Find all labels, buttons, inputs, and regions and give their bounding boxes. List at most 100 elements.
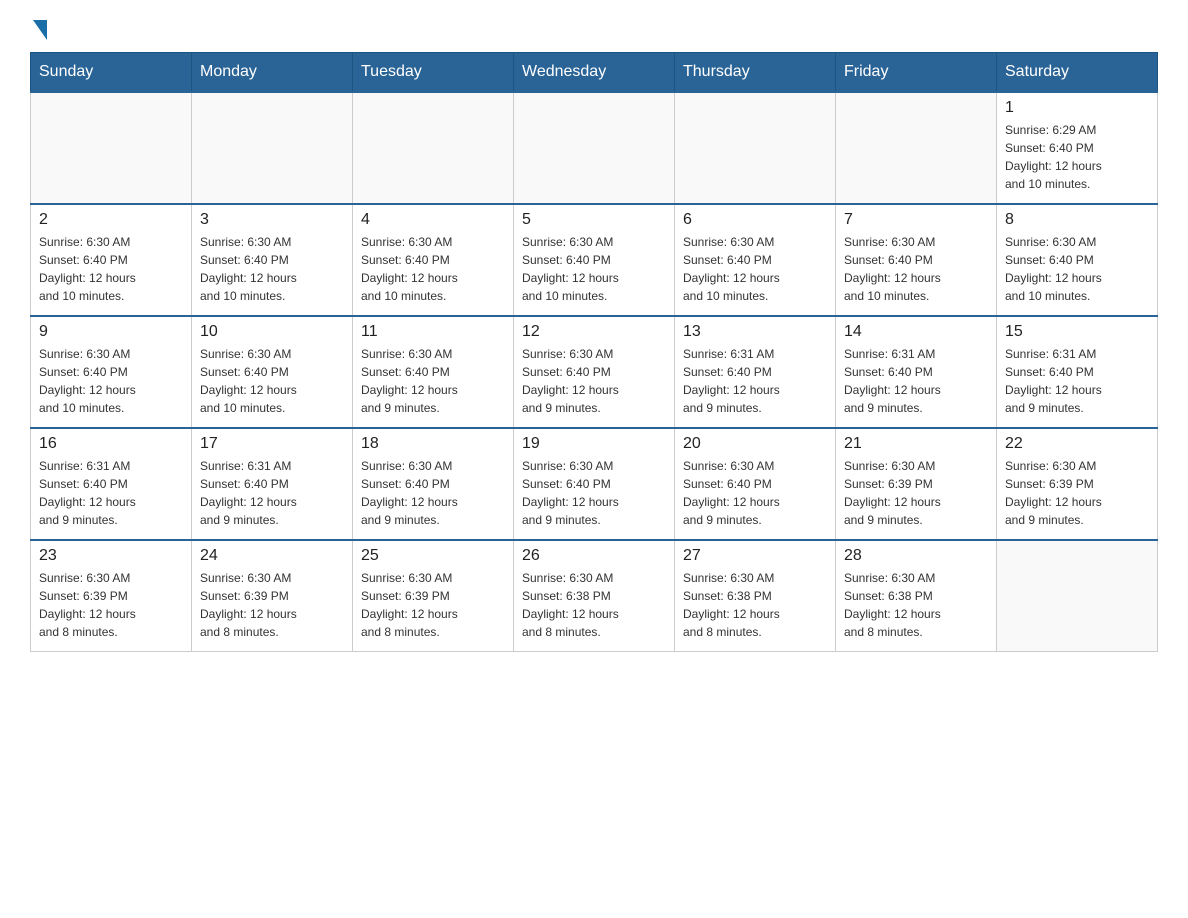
day-number: 26: [522, 547, 666, 565]
calendar-cell: 2 Sunrise: 6:30 AM Sunset: 6:40 PM Daylig…: [31, 204, 192, 316]
day-number: 13: [683, 323, 827, 341]
day-number: 5: [522, 211, 666, 229]
calendar-cell: [192, 92, 353, 204]
calendar-cell: 20 Sunrise: 6:30 AM Sunset: 6:40 PM Dayli…: [675, 428, 836, 540]
day-number: 17: [200, 435, 344, 453]
day-info: Sunrise: 6:30 AM Sunset: 6:40 PM Dayligh…: [522, 233, 666, 305]
day-info: Sunrise: 6:30 AM Sunset: 6:40 PM Dayligh…: [522, 457, 666, 529]
day-number: 22: [1005, 435, 1149, 453]
calendar-cell: [836, 92, 997, 204]
day-number: 24: [200, 547, 344, 565]
calendar-cell: 3 Sunrise: 6:30 AM Sunset: 6:40 PM Daylig…: [192, 204, 353, 316]
logo: [30, 20, 47, 42]
day-info: Sunrise: 6:31 AM Sunset: 6:40 PM Dayligh…: [1005, 345, 1149, 417]
day-number: 7: [844, 211, 988, 229]
day-info: Sunrise: 6:30 AM Sunset: 6:38 PM Dayligh…: [683, 569, 827, 641]
calendar-cell: 24 Sunrise: 6:30 AM Sunset: 6:39 PM Dayli…: [192, 540, 353, 652]
calendar-cell: [675, 92, 836, 204]
day-info: Sunrise: 6:30 AM Sunset: 6:40 PM Dayligh…: [361, 233, 505, 305]
header-wednesday: Wednesday: [514, 53, 675, 93]
day-info: Sunrise: 6:30 AM Sunset: 6:40 PM Dayligh…: [683, 457, 827, 529]
day-number: 9: [39, 323, 183, 341]
day-number: 3: [200, 211, 344, 229]
day-number: 11: [361, 323, 505, 341]
day-info: Sunrise: 6:30 AM Sunset: 6:39 PM Dayligh…: [1005, 457, 1149, 529]
calendar-cell: 18 Sunrise: 6:30 AM Sunset: 6:40 PM Dayli…: [353, 428, 514, 540]
calendar-cell: 16 Sunrise: 6:31 AM Sunset: 6:40 PM Dayli…: [31, 428, 192, 540]
day-number: 25: [361, 547, 505, 565]
day-number: 15: [1005, 323, 1149, 341]
day-info: Sunrise: 6:31 AM Sunset: 6:40 PM Dayligh…: [39, 457, 183, 529]
calendar-cell: 1 Sunrise: 6:29 AM Sunset: 6:40 PM Daylig…: [997, 92, 1158, 204]
calendar-cell: [353, 92, 514, 204]
calendar-cell: 28 Sunrise: 6:30 AM Sunset: 6:38 PM Dayli…: [836, 540, 997, 652]
day-number: 1: [1005, 99, 1149, 117]
day-info: Sunrise: 6:30 AM Sunset: 6:39 PM Dayligh…: [200, 569, 344, 641]
calendar-cell: 25 Sunrise: 6:30 AM Sunset: 6:39 PM Dayli…: [353, 540, 514, 652]
calendar-cell: 22 Sunrise: 6:30 AM Sunset: 6:39 PM Dayli…: [997, 428, 1158, 540]
calendar-cell: 8 Sunrise: 6:30 AM Sunset: 6:40 PM Daylig…: [997, 204, 1158, 316]
day-number: 2: [39, 211, 183, 229]
day-info: Sunrise: 6:30 AM Sunset: 6:40 PM Dayligh…: [361, 345, 505, 417]
calendar-cell: [31, 92, 192, 204]
calendar-cell: 9 Sunrise: 6:30 AM Sunset: 6:40 PM Daylig…: [31, 316, 192, 428]
calendar-cell: 17 Sunrise: 6:31 AM Sunset: 6:40 PM Dayli…: [192, 428, 353, 540]
calendar-header: SundayMondayTuesdayWednesdayThursdayFrid…: [31, 53, 1158, 93]
day-info: Sunrise: 6:30 AM Sunset: 6:38 PM Dayligh…: [844, 569, 988, 641]
day-info: Sunrise: 6:30 AM Sunset: 6:40 PM Dayligh…: [683, 233, 827, 305]
calendar-cell: 27Sunrise: 6:30 AM Sunset: 6:38 PM Dayli…: [675, 540, 836, 652]
calendar-cell: 13 Sunrise: 6:31 AM Sunset: 6:40 PM Dayli…: [675, 316, 836, 428]
calendar-cell: [997, 540, 1158, 652]
day-info: Sunrise: 6:30 AM Sunset: 6:40 PM Dayligh…: [522, 345, 666, 417]
calendar-cell: 12 Sunrise: 6:30 AM Sunset: 6:40 PM Dayli…: [514, 316, 675, 428]
day-number: 6: [683, 211, 827, 229]
day-number: 20: [683, 435, 827, 453]
header-thursday: Thursday: [675, 53, 836, 93]
calendar-cell: 26 Sunrise: 6:30 AM Sunset: 6:38 PM Dayli…: [514, 540, 675, 652]
calendar-cell: 14 Sunrise: 6:31 AM Sunset: 6:40 PM Dayli…: [836, 316, 997, 428]
calendar-cell: 11 Sunrise: 6:30 AM Sunset: 6:40 PM Dayli…: [353, 316, 514, 428]
day-info: Sunrise: 6:31 AM Sunset: 6:40 PM Dayligh…: [683, 345, 827, 417]
day-info: Sunrise: 6:30 AM Sunset: 6:39 PM Dayligh…: [361, 569, 505, 641]
day-number: 19: [522, 435, 666, 453]
day-info: Sunrise: 6:30 AM Sunset: 6:40 PM Dayligh…: [1005, 233, 1149, 305]
day-info: Sunrise: 6:30 AM Sunset: 6:39 PM Dayligh…: [844, 457, 988, 529]
calendar-cell: 4 Sunrise: 6:30 AM Sunset: 6:40 PM Daylig…: [353, 204, 514, 316]
calendar-cell: 21 Sunrise: 6:30 AM Sunset: 6:39 PM Dayli…: [836, 428, 997, 540]
day-info: Sunrise: 6:29 AM Sunset: 6:40 PM Dayligh…: [1005, 121, 1149, 193]
calendar-cell: 7 Sunrise: 6:30 AM Sunset: 6:40 PM Daylig…: [836, 204, 997, 316]
day-info: Sunrise: 6:30 AM Sunset: 6:40 PM Dayligh…: [200, 345, 344, 417]
day-info: Sunrise: 6:30 AM Sunset: 6:38 PM Dayligh…: [522, 569, 666, 641]
day-info: Sunrise: 6:30 AM Sunset: 6:40 PM Dayligh…: [200, 233, 344, 305]
calendar-cell: 10 Sunrise: 6:30 AM Sunset: 6:40 PM Dayli…: [192, 316, 353, 428]
calendar-cell: 15 Sunrise: 6:31 AM Sunset: 6:40 PM Dayli…: [997, 316, 1158, 428]
calendar-table: SundayMondayTuesdayWednesdayThursdayFrid…: [30, 52, 1158, 652]
calendar-cell: 19 Sunrise: 6:30 AM Sunset: 6:40 PM Dayli…: [514, 428, 675, 540]
header-saturday: Saturday: [997, 53, 1158, 93]
calendar-cell: 5 Sunrise: 6:30 AM Sunset: 6:40 PM Daylig…: [514, 204, 675, 316]
header-sunday: Sunday: [31, 53, 192, 93]
header-monday: Monday: [192, 53, 353, 93]
day-number: 23: [39, 547, 183, 565]
header-friday: Friday: [836, 53, 997, 93]
day-number: 18: [361, 435, 505, 453]
day-number: 21: [844, 435, 988, 453]
calendar-cell: [514, 92, 675, 204]
day-number: 12: [522, 323, 666, 341]
day-info: Sunrise: 6:30 AM Sunset: 6:40 PM Dayligh…: [361, 457, 505, 529]
header-tuesday: Tuesday: [353, 53, 514, 93]
day-info: Sunrise: 6:31 AM Sunset: 6:40 PM Dayligh…: [844, 345, 988, 417]
day-info: Sunrise: 6:31 AM Sunset: 6:40 PM Dayligh…: [200, 457, 344, 529]
day-info: Sunrise: 6:30 AM Sunset: 6:40 PM Dayligh…: [39, 345, 183, 417]
day-number: 10: [200, 323, 344, 341]
logo-arrow-icon: [33, 20, 47, 40]
day-number: 8: [1005, 211, 1149, 229]
day-number: 4: [361, 211, 505, 229]
day-info: Sunrise: 6:30 AM Sunset: 6:40 PM Dayligh…: [39, 233, 183, 305]
day-info: Sunrise: 6:30 AM Sunset: 6:39 PM Dayligh…: [39, 569, 183, 641]
day-number: 16: [39, 435, 183, 453]
day-info: Sunrise: 6:30 AM Sunset: 6:40 PM Dayligh…: [844, 233, 988, 305]
day-number: 14: [844, 323, 988, 341]
day-number: 28: [844, 547, 988, 565]
calendar-cell: 6 Sunrise: 6:30 AM Sunset: 6:40 PM Daylig…: [675, 204, 836, 316]
